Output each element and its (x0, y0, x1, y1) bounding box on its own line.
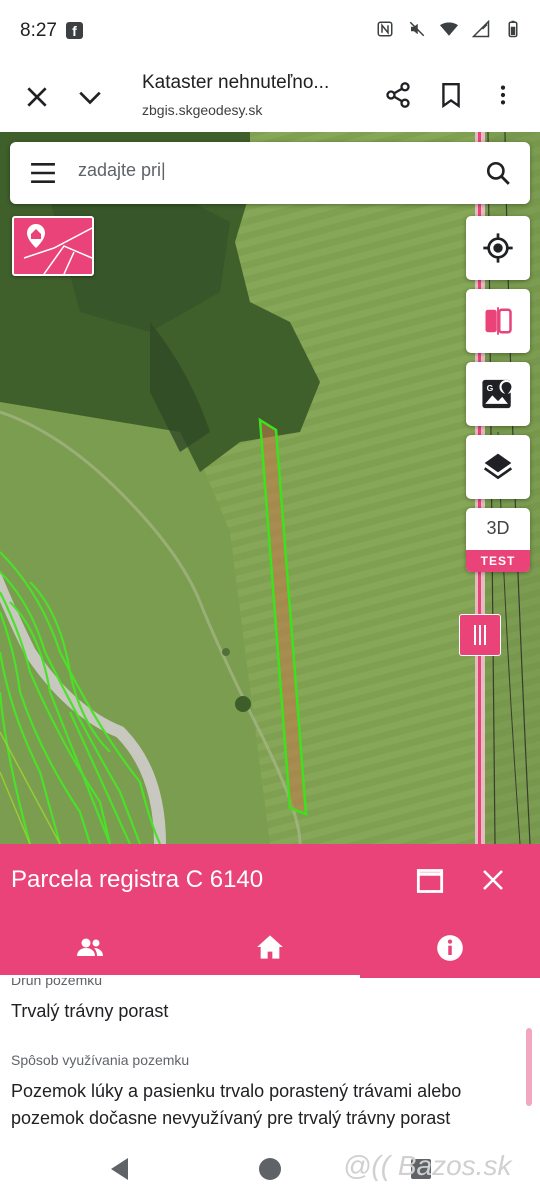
status-time: 8:27 (20, 20, 57, 41)
parcel-location-icon (23, 224, 92, 274)
layers-button[interactable] (466, 435, 530, 499)
bazos-watermark: @(( Bazos.sk (343, 1150, 512, 1181)
status-icons (376, 20, 522, 38)
test-badge: TEST (466, 550, 530, 572)
wifi-icon (440, 22, 458, 36)
compare-maps-button[interactable] (466, 289, 530, 353)
split-compare-icon (485, 307, 512, 335)
3d-label: 3D (486, 518, 510, 538)
drag-handle-icon (474, 625, 486, 645)
my-location-button[interactable] (466, 216, 530, 280)
search-input[interactable] (78, 160, 458, 181)
field-label-land-type: Druh pozemku (11, 978, 103, 988)
split-divider-handle[interactable] (459, 614, 501, 656)
facebook-notification-icon: f (66, 22, 83, 39)
nfc-icon (377, 21, 393, 37)
nav-back-icon[interactable] (108, 1156, 132, 1182)
field-value-land-use: Pozemok lúky a pasienku trvalo porastený… (11, 1081, 462, 1128)
svg-text:G: G (487, 383, 494, 393)
close-tab-icon[interactable] (24, 84, 50, 110)
share-icon[interactable] (384, 80, 412, 110)
field-value-land-type: Trvalý trávny porast (11, 1001, 169, 1021)
google-maps-button[interactable]: G (466, 362, 530, 426)
nav-home-icon[interactable] (258, 1157, 282, 1181)
tab-info-icon[interactable] (436, 934, 464, 962)
browser-page-title: Kataster nehnuteľno... (142, 72, 330, 93)
tab-home-icon[interactable] (256, 934, 284, 960)
more-options-icon[interactable] (492, 80, 514, 110)
search-icon[interactable] (485, 160, 511, 186)
parcel-map-layer-button[interactable] (12, 216, 94, 276)
google-map-image-icon: G (482, 379, 514, 409)
panel-title: Parcela registra C 6140 (11, 866, 264, 893)
layers-icon (483, 453, 513, 480)
battery-icon (508, 20, 518, 38)
3d-view-button[interactable]: 3D TEST (466, 508, 530, 572)
gps-target-icon (483, 233, 513, 263)
chevron-down-icon[interactable] (76, 84, 104, 110)
field-label-land-use: Spôsob využívania pozemku (11, 1052, 190, 1068)
close-panel-icon[interactable] (481, 868, 505, 892)
maximize-icon[interactable] (416, 868, 444, 894)
panel-scrollbar[interactable] (526, 1028, 532, 1106)
browser-url: zbgis.skgeodesy.sk (142, 102, 263, 118)
parcel-details[interactable]: Druh pozemku Trvalý trávny porast Spôsob… (0, 978, 540, 1138)
mute-icon (409, 21, 425, 37)
tab-owners-icon[interactable] (76, 935, 104, 959)
signal-icon (472, 20, 490, 38)
bookmark-icon[interactable] (438, 80, 464, 110)
hamburger-menu-icon[interactable] (30, 162, 56, 184)
